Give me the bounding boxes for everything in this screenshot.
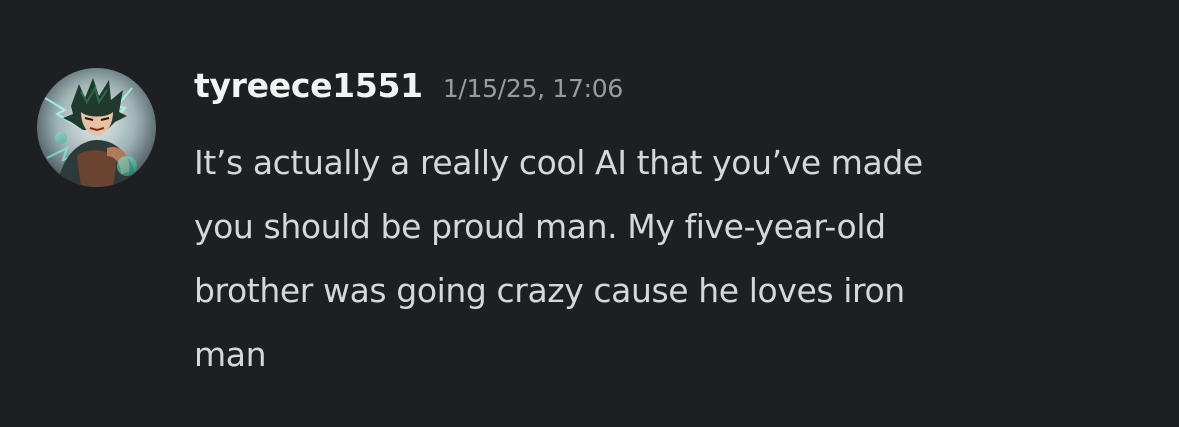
- message-header: tyreece1551 1/15/25, 17:06: [194, 66, 623, 120]
- avatar-image: [37, 68, 156, 187]
- message-line: It’s actually a really cool AI that you’…: [194, 143, 923, 182]
- message-line: you should be proud man. My five-year-ol…: [194, 207, 886, 246]
- message-line: brother was going crazy cause he loves i…: [194, 271, 905, 310]
- chat-message: tyreece1551 1/15/25, 17:06 It’s actually…: [0, 0, 1179, 427]
- timestamp[interactable]: 1/15/25, 17:06: [443, 74, 623, 103]
- user-avatar[interactable]: [37, 68, 156, 187]
- username[interactable]: tyreece1551: [194, 66, 423, 105]
- message-content: It’s actually a really cool AI that you’…: [194, 131, 1134, 387]
- message-line: man: [194, 335, 267, 374]
